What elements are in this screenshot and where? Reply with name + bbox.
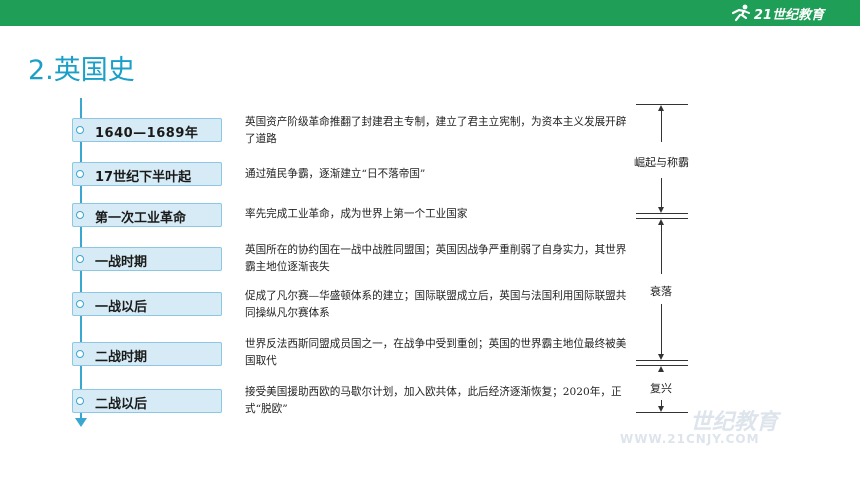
period-label: 1640—1689年 <box>95 126 199 141</box>
period-description: 率先完成工业革命，成为世界上第一个工业国家 <box>245 208 468 220</box>
period-description: 促成了凡尔赛—华盛顿体系的建立；国际联盟成立后，英国与法国利用国际联盟共同操纵凡… <box>245 290 627 319</box>
circle-dot-icon <box>76 126 84 134</box>
watermark-url: WWW.21CNJY.COM <box>620 432 760 446</box>
logo: 21世纪教育 <box>730 3 824 23</box>
period-label: 第一次工业革命 <box>95 211 187 226</box>
phase-label-decline: 衰落 <box>650 281 672 301</box>
phase-label-revival: 复兴 <box>650 378 672 398</box>
period-label: 二战以后 <box>95 397 148 412</box>
phase-label-rise: 崛起与称霸 <box>634 152 689 172</box>
header-bar: 21世纪教育 <box>0 0 860 26</box>
period-box-post-ww2: 二战以后 <box>72 389 222 413</box>
period-description: 英国所在的协约国在一战中战胜同盟国；英国因战争严重削弱了自身实力，其世界霸主地位… <box>245 244 627 273</box>
circle-dot-icon <box>76 211 84 219</box>
circle-dot-icon <box>76 300 84 308</box>
page-title: 2.英国史 <box>28 55 135 86</box>
circle-dot-icon <box>76 255 84 263</box>
period-description: 通过殖民争霸，逐渐建立“日不落帝国” <box>245 168 426 180</box>
period-box-1640: 1640—1689年 <box>72 118 222 142</box>
circle-dot-icon <box>76 170 84 178</box>
arrow-down-icon <box>658 207 664 213</box>
watermark: 世纪教育 WWW.21CNJY.COM <box>620 402 840 452</box>
period-box-post-ww1: 一战以后 <box>72 292 222 316</box>
period-label: 二战时期 <box>95 350 148 365</box>
period-box-industrial-revolution: 第一次工业革命 <box>72 203 222 227</box>
period-label: 17世纪下半叶起 <box>95 170 192 185</box>
arrow-up-icon <box>658 219 664 225</box>
arrow-up-icon <box>658 105 664 111</box>
period-box-17th-century: 17世纪下半叶起 <box>72 162 222 186</box>
arrow-down-icon <box>658 354 664 360</box>
period-label: 一战时期 <box>95 255 148 270</box>
period-description: 接受美国援助西欧的马歇尔计划，加入欧共体，此后经济逐渐恢复；2020年，正式“脱… <box>245 386 622 415</box>
circle-dot-icon <box>76 350 84 358</box>
period-description: 世界反法西斯同盟成员国之一，在战争中受到重创；英国的世界霸主地位最终被美国取代 <box>245 338 627 367</box>
timeline-arrow-icon <box>75 418 87 427</box>
period-description: 英国资产阶级革命推翻了封建君主专制，建立了君主立宪制，为资本主义发展开辟了道路 <box>245 116 627 145</box>
period-box-ww1: 一战时期 <box>72 247 222 271</box>
arrow-up-icon <box>658 366 664 372</box>
period-box-ww2: 二战时期 <box>72 342 222 366</box>
circle-dot-icon <box>76 397 84 405</box>
runner-logo-icon <box>731 4 750 22</box>
logo-text: 21世纪教育 <box>753 7 824 23</box>
period-label: 一战以后 <box>95 300 148 315</box>
